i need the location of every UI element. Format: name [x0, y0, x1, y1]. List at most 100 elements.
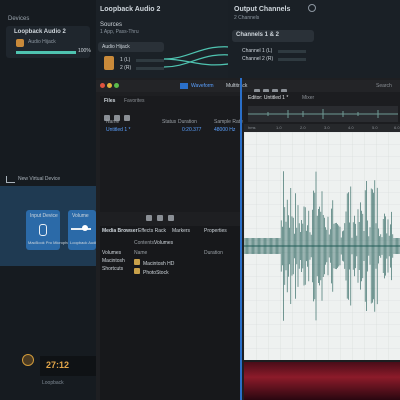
tab-properties[interactable]: Properties [204, 228, 227, 234]
timer-value: 27:12 [46, 360, 70, 370]
tab-favorites[interactable]: Favorites [124, 98, 145, 104]
files-toolbar [104, 108, 234, 121]
timer-sub: Loopback [42, 380, 64, 386]
overview-strip[interactable] [248, 106, 398, 122]
waveform-display[interactable] [243, 132, 400, 360]
col-duration[interactable]: Duration [178, 119, 197, 125]
media-list: Macintosh HD PhotoStock [134, 258, 234, 278]
contents-label: Contents: [134, 240, 156, 246]
ruler-label: 6.0 [394, 125, 400, 130]
folder-icon [134, 268, 140, 274]
loopback-title: Loopback Audio 2 [100, 6, 161, 13]
transport-mini-icons[interactable] [146, 208, 196, 221]
col-status[interactable]: Status [162, 119, 176, 125]
loop-icon[interactable] [157, 215, 163, 221]
app-name: Audio Hijack [102, 44, 130, 50]
outputs-sub: 2 Channels [234, 15, 260, 21]
list-item-label: PhotoStock [143, 270, 169, 276]
close-icon[interactable] [100, 83, 105, 88]
tab-files[interactable]: Files [104, 98, 115, 104]
ruler-label: 2.0 [300, 125, 306, 130]
list-item[interactable]: PhotoStock [134, 268, 234, 276]
plus-icon [6, 176, 15, 183]
folder-icon [134, 259, 140, 265]
time-ruler[interactable]: hms 1.0 2.0 3.0 4.0 5.0 6.0 [244, 124, 400, 132]
device-card[interactable]: Loopback Audio 2 Audio Hijack 100% [6, 26, 91, 58]
output-ch1: Channel 1 (L) [242, 48, 273, 54]
level-meter [16, 51, 76, 54]
channel-right: 2 (R) [120, 65, 132, 71]
volumes-tree: Volumes Macintosh Shortcuts [102, 248, 130, 288]
channel-group[interactable]: Channels 1 & 2 [232, 30, 314, 42]
tab-editor[interactable]: Editor: Untitled 1 * [248, 95, 288, 101]
sources-label: Sources [100, 22, 123, 28]
signal-flow-area: Input Device MacBook Pro Microphone Volu… [0, 186, 99, 266]
volume-sub: Loopback Audio [70, 240, 99, 245]
file-duration: 0:20.377 [182, 127, 202, 133]
microphone-icon [39, 224, 47, 236]
waveform-mode-icon[interactable] [180, 83, 188, 89]
left-meter [136, 59, 164, 62]
tool-icons[interactable] [254, 82, 294, 95]
right-meter [136, 67, 164, 70]
col-rate[interactable]: Sample Rate [214, 119, 243, 125]
output-ch2: Channel 2 (R) [242, 56, 274, 62]
ruler-label: 4.0 [348, 125, 354, 130]
zoom-icon[interactable] [114, 83, 119, 88]
audio-hijack-icon [16, 39, 24, 47]
ruler-label: hms [248, 125, 256, 130]
col-name[interactable]: Name [106, 119, 119, 125]
out-meter-2 [278, 58, 306, 61]
media-col-duration[interactable]: Duration [204, 250, 223, 256]
device-name: Loopback Audio 2 [14, 29, 66, 35]
channel-left: 1 (L) [120, 57, 131, 63]
tree-item[interactable]: Macintosh [102, 258, 130, 264]
output-channels-panel: Output Channels 2 Channels Channels 1 & … [228, 0, 400, 80]
delete-icon[interactable] [124, 115, 130, 121]
tree-item[interactable]: Shortcuts [102, 266, 130, 272]
channel-group-label: Channels 1 & 2 [236, 32, 280, 38]
tab-waveform[interactable]: Waveform [191, 83, 214, 89]
ruler-label: 1.0 [276, 125, 282, 130]
timer-box: 27:12 [40, 356, 96, 376]
outputs-title: Output Channels [234, 6, 291, 13]
search-label[interactable]: Search [376, 83, 392, 89]
devices-title: Devices [8, 16, 30, 22]
volume-knob[interactable] [82, 225, 88, 231]
tab-mixer[interactable]: Mixer [302, 95, 314, 101]
tab-effects-rack[interactable]: Effects Rack [138, 228, 166, 234]
volume-block[interactable]: Volume Loopback Audio [68, 210, 99, 250]
contents-select[interactable]: Volumes [154, 240, 173, 246]
tree-item[interactable]: Volumes [102, 250, 130, 256]
input-device-label: Input Device [30, 213, 58, 219]
overview-waveform [248, 109, 398, 119]
audio-hijack-app-icon [104, 56, 114, 70]
table-row[interactable]: Untitled 1 * 0:20.377 48000 Hz [100, 126, 240, 134]
export-icon[interactable] [168, 215, 174, 221]
tab-markers[interactable]: Markers [172, 228, 190, 234]
play-icon[interactable] [146, 215, 152, 221]
volume-label: Volume [72, 213, 89, 219]
tab-media-browser[interactable]: Media Browser [102, 228, 138, 234]
minimize-icon[interactable] [107, 83, 112, 88]
devices-panel: Devices Loopback Audio 2 Audio Hijack 10… [0, 0, 99, 400]
tab-multitrack[interactable]: Multitrack [226, 83, 247, 89]
record-icon[interactable] [22, 354, 34, 366]
list-item[interactable]: Macintosh HD [134, 259, 234, 267]
input-device-block[interactable]: Input Device MacBook Pro Microphone [26, 210, 74, 250]
app-source-pill[interactable]: Audio Hijack [98, 42, 164, 52]
out-meter-1 [278, 50, 306, 53]
audition-toolbar: Waveform Multitrack Search [96, 80, 400, 95]
file-name: Untitled 1 * [106, 127, 131, 133]
files-panel: Files Favorites Name Status Duration Sam… [100, 96, 243, 221]
media-col-name[interactable]: Name [134, 250, 147, 256]
sources-sub: 1 App, Pass-Thru [100, 29, 139, 35]
spectral-display[interactable] [244, 362, 400, 400]
settings-icon[interactable] [308, 4, 316, 12]
level-label: 100% [78, 48, 91, 54]
device-sub: Audio Hijack [28, 39, 56, 45]
media-browser-panel: Media Browser Effects Rack Markers Prope… [100, 226, 240, 400]
panel-divider[interactable] [240, 78, 242, 400]
new-virtual-device-link[interactable]: New Virtual Device [18, 176, 60, 182]
volume-slider[interactable] [71, 228, 91, 230]
